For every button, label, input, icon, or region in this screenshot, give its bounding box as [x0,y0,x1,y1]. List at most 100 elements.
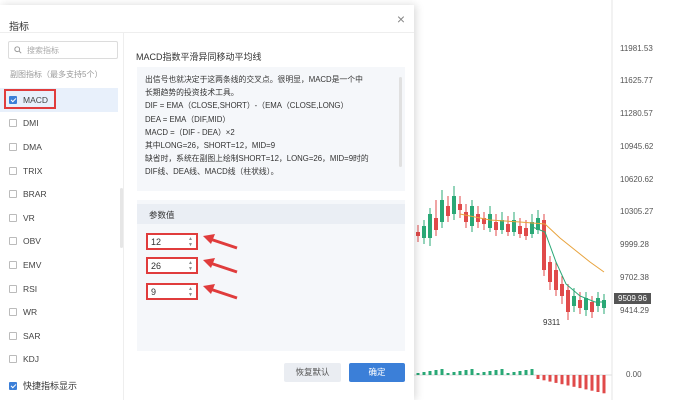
price-tick-label: 11981.53 [620,44,653,53]
macd-bar [596,375,600,392]
sidebar-item-obv[interactable]: OBV [0,230,118,254]
reset-default-button[interactable]: 恢复默认 [284,363,341,382]
macd-bar [470,369,474,375]
description-line: DEA = EMA（DIF,MID） [145,114,231,124]
sidebar-scrollbar[interactable] [120,188,123,248]
red-arrow-icon [203,234,238,250]
price-tick-label: 11280.57 [620,109,653,118]
low-price-label: 9311 [543,318,561,327]
indicator-label: TRIX [23,165,43,176]
price-tick-label: 10945.62 [620,142,654,151]
indicator-sidebar: 副图指标（最多支持5个） MACD DMI DMA TRIX BRAR VR OBV EMV R… [0,33,124,400]
macd-bar [482,372,486,375]
candle-body [506,224,510,232]
sidebar-item-sar[interactable]: SAR [0,324,118,348]
indicator-checkbox[interactable] [9,308,17,317]
indicator-label: DMI [23,118,39,129]
macd-bar [494,370,498,375]
macd-bar [464,370,468,375]
candle-body [518,226,522,234]
indicator-checkbox[interactable] [9,284,17,293]
macd-bar [506,373,510,375]
indicator-checkbox[interactable] [9,260,17,269]
search-icon [14,46,22,54]
sidebar-item-vr[interactable]: VR [0,206,118,230]
indicator-label: VR [23,212,35,223]
candle-body [494,222,498,230]
sidebar-item-emv[interactable]: EMV [0,253,118,277]
sidebar-item-wr[interactable]: WR [0,300,118,324]
indicator-checkbox[interactable] [9,142,17,151]
macd-bar [578,375,582,389]
macd-bar [458,371,462,375]
description-line: 出信号也就决定于这两条线的交叉点。很明显，MACD是一个中 [145,75,363,84]
indicator-checkbox[interactable] [9,355,17,364]
sidebar-item-dma[interactable]: DMA [0,135,118,159]
indicator-checkbox[interactable] [9,190,17,199]
macd-bar [416,373,420,375]
sidebar-item-trix[interactable]: TRIX [0,159,118,183]
macd-bar [440,369,444,375]
candle-body [542,220,546,270]
sidebar-item-brar[interactable]: BRAR [0,182,118,206]
macd-bar [536,375,540,379]
macd-bar [500,369,504,375]
price-tick-label: 11625.77 [620,76,653,85]
candle-body [464,212,468,222]
param-short-input[interactable] [151,236,185,248]
param-long-input[interactable] [151,260,185,272]
param-stepper[interactable]: ▲ ▼ [187,286,194,298]
candle-body [560,284,564,296]
candle-body [422,226,426,238]
indicator-checkbox[interactable] [9,331,17,340]
sidebar-item-kdj[interactable]: KDJ [0,348,118,372]
quick-show-toggle[interactable]: 快捷指标显示 [9,379,77,392]
indicator-checkbox[interactable] [9,213,17,222]
close-icon[interactable]: × [393,11,409,27]
price-tick-label: 9702.38 [620,273,649,282]
candle-body [524,228,528,236]
params-panel: 参数值 ▲▼ ▲▼ ▲▼ [137,200,405,351]
price-tick-label: 10305.27 [620,207,654,216]
sidebar-item-macd[interactable]: MACD [0,88,118,112]
indicator-label: KDJ [23,354,40,365]
search-box[interactable] [8,41,118,59]
quick-show-checkbox[interactable] [9,381,17,390]
param-stepper[interactable]: ▲ ▼ [187,260,194,272]
param-mid-input[interactable] [151,286,185,298]
param-stepper[interactable]: ▲ ▼ [187,236,194,248]
description-scrollbar[interactable] [399,77,402,167]
price-tick-label: 9999.28 [620,240,649,249]
sidebar-item-dmi[interactable]: DMI [0,112,118,136]
confirm-button[interactable]: 确定 [349,363,405,382]
indicator-label: OBV [23,236,41,247]
param-long-field[interactable]: ▲▼ [146,257,198,274]
candle-body [578,300,582,308]
indicator-label: BRAR [23,189,47,200]
search-input[interactable] [27,44,115,56]
indicator-checkbox[interactable] [9,119,17,128]
indicator-checkbox[interactable] [9,166,17,175]
candle-body [416,232,420,236]
current-price-tag: 9509.96 [614,293,651,304]
ma-slow-line [459,213,605,273]
candle-body [500,220,504,230]
macd-bar [572,375,576,387]
macd-bar [518,371,522,375]
description-line: 长期趋势的投资技术工具。 [145,88,239,98]
param-short-field[interactable]: ▲▼ [146,233,198,250]
macd-bar [554,375,558,383]
macd-bar [530,369,534,375]
param-mid-field[interactable]: ▲▼ [146,283,198,300]
indicator-checkbox[interactable] [9,237,17,246]
sidebar-item-rsi[interactable]: RSI [0,277,118,301]
description-line: DIF = EMA（CLOSE,SHORT）-（EMA（CLOSE,LONG） [145,101,349,111]
macd-bar [602,375,606,394]
macd-bar [560,375,564,385]
indicator-label: EMV [23,259,42,270]
description-line: DIF线、DEA线、MACD线（柱状线）。 [145,167,279,177]
macd-bar [422,372,426,375]
macd-bar [548,375,552,382]
indicator-name: MACD指数平滑异同移动平均线 [136,52,262,62]
candle-body [572,296,576,306]
